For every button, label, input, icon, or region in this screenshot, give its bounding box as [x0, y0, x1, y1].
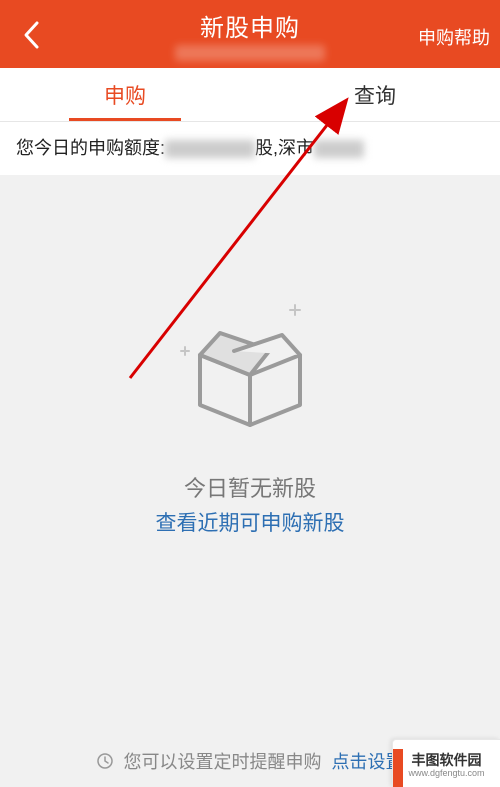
quota-sh-value-redacted [165, 140, 255, 158]
empty-link[interactable]: 查看近期可申购新股 [0, 507, 500, 537]
clock-icon [96, 752, 114, 775]
account-subtitle-redacted [175, 45, 325, 61]
quota-sz-value-redacted [314, 140, 364, 158]
quota-prefix: 您今日的申购额度: [16, 138, 165, 158]
tab-bar: 申购 查询 [0, 68, 500, 122]
empty-box-icon [170, 295, 330, 440]
help-button[interactable]: 申购帮助 [418, 0, 490, 68]
quota-text: 您今日的申购额度: 股,深市 [0, 122, 500, 175]
tab-query[interactable]: 查询 [250, 68, 500, 121]
watermark-url: www.dgfengtu.com [408, 768, 484, 778]
chevron-left-icon [22, 20, 40, 50]
quota-mid: 股,深市 [255, 138, 314, 158]
watermark-name: 丰图软件园 [412, 750, 482, 770]
back-button[interactable] [14, 18, 48, 52]
empty-state: 今日暂无新股 查看近期可申购新股 [0, 175, 500, 735]
footer-tip-text: 您可以设置定时提醒申购 [124, 752, 322, 772]
empty-title: 今日暂无新股 [0, 471, 500, 503]
tab-apply[interactable]: 申购 [0, 68, 250, 121]
watermark: 丰图软件园 www.dgfengtu.com [392, 739, 500, 787]
